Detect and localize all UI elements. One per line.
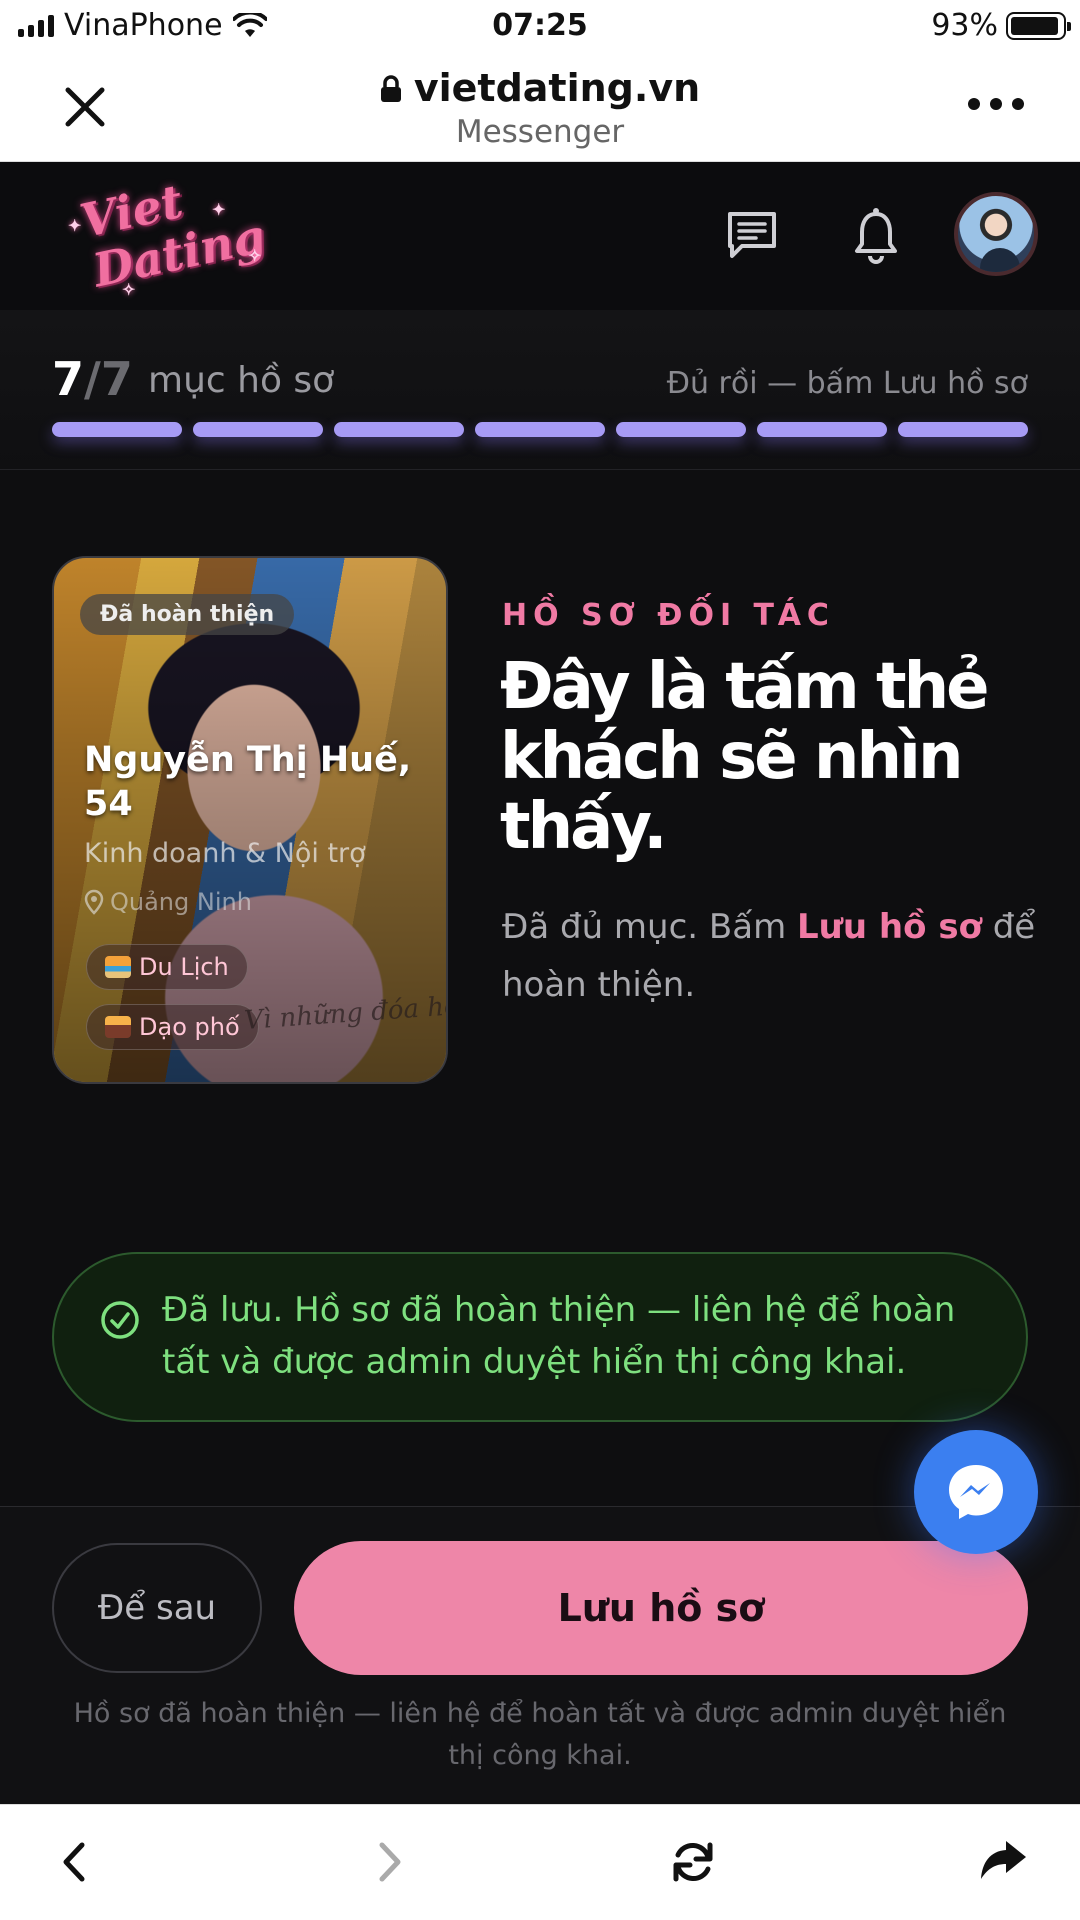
progress-segment — [475, 422, 605, 437]
chat-icon[interactable] — [722, 206, 782, 266]
later-button[interactable]: Để sau — [52, 1543, 262, 1673]
progress-hint: Đủ rồi — bấm Lưu hồ sơ — [666, 366, 1028, 401]
browser-bar: vietdating.vn Messenger — [0, 56, 1080, 162]
reload-icon[interactable] — [666, 1835, 720, 1889]
saved-notice-text: Đã lưu. Hồ sơ đã hoàn thiện — liên hệ để… — [162, 1290, 956, 1382]
domain-text: vietdating.vn — [413, 66, 701, 110]
profile-name-text: Nguyễn Thị Huế, — [84, 740, 412, 780]
saved-notice: Đã lưu. Hồ sơ đã hoàn thiện — liên hệ để… — [52, 1252, 1028, 1422]
progress-label: mục hồ sơ — [148, 360, 335, 401]
footer-note: Hồ sơ đã hoàn thiện — liên hệ để hoàn tấ… — [73, 1698, 1007, 1771]
interest-tag: Du Lịch — [86, 944, 248, 990]
tag-label: Dạo phố — [139, 1013, 240, 1041]
check-circle-icon — [101, 1301, 139, 1339]
tag-label: Du Lịch — [139, 953, 229, 981]
location-text: Quảng Ninh — [110, 888, 252, 916]
profile-job: Kinh doanh & Nội trợ — [84, 838, 366, 869]
battery-percent: 93% — [931, 8, 998, 43]
more-icon[interactable] — [968, 98, 1024, 110]
beach-icon — [105, 956, 131, 978]
progress-total: /7 — [84, 352, 133, 406]
profile-progress: 7/7 mục hồ sơ Đủ rồi — bấm Lưu hồ sơ — [0, 310, 1080, 470]
section-eyebrow: HỒ SƠ ĐỐI TÁC — [502, 598, 835, 633]
logo[interactable]: Viet Dating ✦ ✦ ✧ ✧ — [62, 174, 270, 299]
battery-group: 93% — [931, 8, 1071, 43]
status-badge: Đã hoàn thiện — [80, 594, 295, 635]
address-domain[interactable]: vietdating.vn — [0, 66, 1080, 110]
page-title: Đây là tấm thẻ khách sẽ nhìn thấy. — [500, 650, 990, 864]
profile-age: 54 — [84, 784, 133, 824]
profile-location: Quảng Ninh — [84, 888, 252, 916]
city-icon — [105, 1016, 131, 1038]
progress-segment — [193, 422, 323, 437]
messenger-icon — [949, 1465, 1003, 1519]
interest-tag: Dạo phố — [86, 1004, 259, 1050]
battery-icon — [1006, 11, 1071, 40]
forward-icon[interactable] — [362, 1835, 416, 1889]
action-footer: Để sau Lưu hồ sơ Hồ sơ đã hoàn thiện — l… — [0, 1506, 1080, 1804]
share-icon[interactable] — [976, 1835, 1030, 1889]
desc-highlight: Lưu hồ sơ — [797, 907, 982, 947]
progress-segment — [616, 422, 746, 437]
save-profile-button[interactable]: Lưu hồ sơ — [294, 1541, 1028, 1675]
lock-icon — [380, 75, 401, 102]
browser-subtitle: Messenger — [455, 114, 625, 150]
site-header: Viet Dating ✦ ✦ ✧ ✧ — [0, 162, 1080, 310]
progress-segment — [757, 422, 887, 437]
progress-segment — [334, 422, 464, 437]
profile-preview-card[interactable]: Đã hoàn thiện Nguyễn Thị Huế, 54 Kinh doa… — [52, 556, 448, 1084]
location-pin-icon — [84, 889, 104, 915]
progress-segment — [898, 422, 1028, 437]
browser-toolbar — [0, 1804, 1080, 1920]
progress-done: 7 — [52, 352, 85, 406]
profile-name: Nguyễn Thị Huế, 54 — [84, 738, 424, 826]
messenger-button[interactable] — [914, 1430, 1038, 1554]
clock: 07:25 — [492, 8, 588, 43]
progress-count: 7/7 — [52, 352, 133, 406]
progress-segments — [52, 422, 1028, 437]
avatar[interactable] — [954, 192, 1038, 276]
intro-description: Đã đủ mục. Bấm Lưu hồ sơ để hoàn thiện. — [502, 898, 1042, 1014]
back-icon[interactable] — [50, 1835, 104, 1889]
desc-before: Đã đủ mục. Bấm — [502, 907, 797, 947]
progress-segment — [52, 422, 182, 437]
status-bar: VinaPhone 07:25 93% — [0, 0, 1080, 56]
bell-icon[interactable] — [846, 206, 906, 266]
